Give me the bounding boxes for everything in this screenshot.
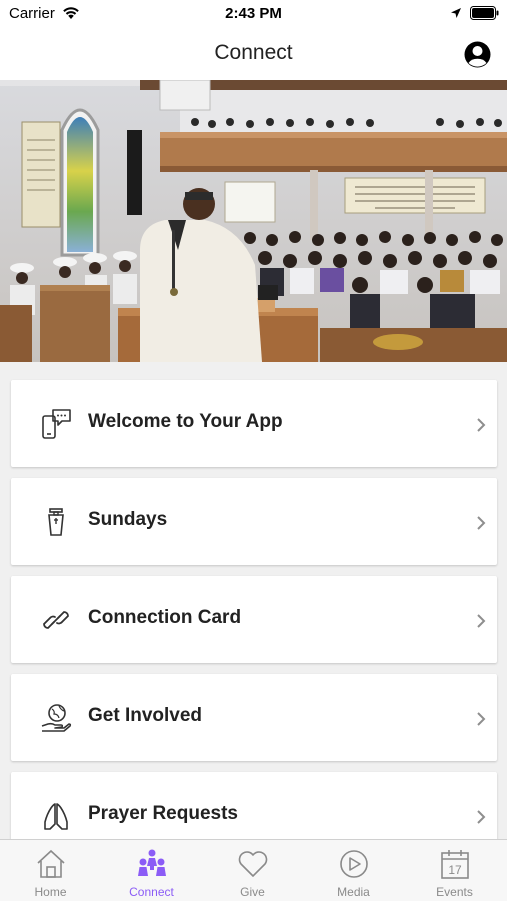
tab-label: Media [337, 885, 370, 899]
phone-chat-icon [42, 409, 71, 439]
menu-item-label: Connection Card [88, 607, 242, 628]
menu-item-label: Get Involved [88, 705, 203, 726]
status-bar: Carrier 2:43 PM [0, 0, 507, 28]
tab-media[interactable]: Media [303, 840, 404, 901]
menu-item-label: Prayer Requests [88, 803, 238, 824]
chevron-right-icon [477, 810, 486, 824]
tab-connect[interactable]: Connect [101, 840, 202, 901]
tab-label: Events [436, 885, 473, 899]
nav-bar: Connect [0, 28, 507, 80]
calendar-day: 17 [448, 863, 462, 877]
location-arrow-icon [451, 8, 461, 18]
praying-hands-icon [44, 803, 68, 830]
menu-item-sundays[interactable]: Sundays [11, 478, 497, 565]
house-icon [37, 849, 65, 878]
link-icon [43, 611, 69, 629]
tab-label: Connect [129, 885, 174, 899]
page-title: Connect [214, 41, 293, 64]
globe-hand-icon [41, 704, 72, 732]
chevron-right-icon [477, 418, 486, 432]
menu-item-label: Sundays [88, 509, 168, 530]
clock: 2:43 PM [225, 5, 282, 22]
tab-home[interactable]: Home [0, 840, 101, 901]
play-circle-icon [340, 850, 368, 878]
user-circle-icon[interactable] [463, 40, 492, 69]
tab-give[interactable]: Give [202, 840, 303, 901]
battery-icon [470, 6, 499, 20]
calendar-icon: 17 [441, 850, 469, 879]
tab-label: Give [240, 885, 265, 899]
chevron-right-icon [477, 712, 486, 726]
menu-item-connection-card[interactable]: Connection Card [11, 576, 497, 663]
menu-item-label: Welcome to Your App [88, 411, 283, 432]
menu-item-welcome[interactable]: Welcome to Your App [11, 380, 497, 467]
tab-label: Home [34, 885, 67, 899]
heart-icon [238, 851, 268, 877]
tab-events[interactable]: 17 Events [404, 840, 505, 901]
chevron-right-icon [477, 614, 486, 628]
tab-bar: Home Connect Give Media 17 Events [0, 839, 507, 901]
chevron-right-icon [477, 516, 486, 530]
pulpit-icon [48, 508, 64, 536]
people-icon [138, 849, 166, 876]
menu-item-get-involved[interactable]: Get Involved [11, 674, 497, 761]
hero-image [0, 80, 507, 362]
